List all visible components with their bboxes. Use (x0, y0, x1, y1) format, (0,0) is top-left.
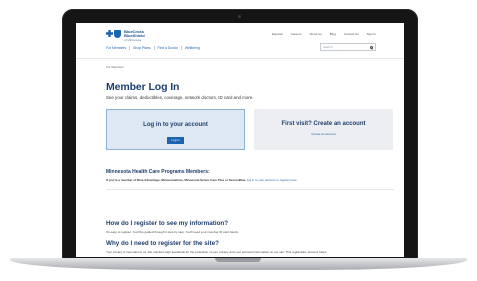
utility-link-espanol[interactable]: Espanol (272, 32, 283, 36)
programs-text: If you're a member of Blue Advantage, Mi… (106, 178, 394, 182)
breadcrumb[interactable]: For Members (106, 65, 124, 69)
search-icon (369, 45, 373, 49)
register-card-title: First visit? Create an account (281, 121, 366, 127)
site-header: BlueCross BlueShield of Minnesota Espano… (76, 23, 404, 53)
utility-link-sign-in[interactable]: Sign In (367, 32, 376, 36)
faq-answer-why: Your privacy is important to us. We main… (106, 250, 327, 254)
faq-answer-register: It's easy to register. You'll be guided … (106, 230, 239, 234)
main-nav: For Members Shop Plans Find a Doctor Wel… (106, 46, 200, 50)
logo-line-2: BlueShield (124, 32, 145, 38)
faq-question-register: How do I register to see my information? (106, 220, 229, 227)
nav-find-doctor[interactable]: Find a Doctor (158, 46, 178, 50)
login-card-title: Log in to your account (143, 122, 208, 128)
utility-nav: Espanol Careers About Us Blog Contact Us… (272, 32, 376, 36)
search-input[interactable] (321, 44, 367, 50)
search-button[interactable] (367, 44, 375, 50)
logo-text: BlueCross BlueShield of Minnesota (124, 29, 145, 42)
section-divider (106, 189, 394, 190)
nav-divider (129, 46, 131, 50)
utility-link-careers[interactable]: Careers (291, 32, 302, 36)
nav-divider (180, 46, 182, 50)
shield-icon (114, 30, 121, 38)
nav-shop-plans[interactable]: Shop Plans (133, 46, 150, 50)
page-subtitle: See your claims, deductibles, coverage, … (106, 95, 254, 100)
cross-icon (106, 30, 113, 37)
blue-cross-shield-icon (106, 29, 122, 42)
faq-question-why: Why do I need to register for the site? (106, 240, 220, 247)
webcam-icon (238, 15, 241, 18)
laptop-notch (215, 258, 261, 262)
nav-wellbeing[interactable]: Wellbeing (185, 46, 200, 50)
laptop-bezel: BlueCross BlueShield of Minnesota Espano… (62, 9, 418, 259)
programs-login-link[interactable]: log in to your account or register here. (247, 178, 298, 182)
brand-logo[interactable]: BlueCross BlueShield of Minnesota (106, 29, 145, 42)
login-card: Log in to your account Log in (106, 109, 245, 150)
utility-link-about[interactable]: About Us (309, 32, 321, 36)
login-button[interactable]: Log in (167, 136, 184, 144)
header-divider (76, 58, 404, 59)
nav-for-members[interactable]: For Members (106, 46, 126, 50)
laptop-screen: BlueCross BlueShield of Minnesota Espano… (76, 23, 404, 257)
nav-divider (153, 46, 155, 50)
laptop-base (10, 258, 467, 270)
programs-heading: Minnesota Health Care Programs Members: (106, 169, 210, 175)
search-box (320, 43, 376, 51)
register-card: First visit? Create an account Create an… (254, 109, 393, 150)
utility-link-contact[interactable]: Contact Us (344, 32, 359, 36)
utility-link-blog[interactable]: Blog (330, 32, 336, 36)
create-account-link[interactable]: Create an account (254, 132, 393, 136)
page-title: Member Log In (106, 81, 180, 93)
programs-strong-text: If you're a member of Blue Advantage, Mi… (106, 178, 247, 182)
logo-subtitle: of Minnesota (124, 37, 142, 42)
